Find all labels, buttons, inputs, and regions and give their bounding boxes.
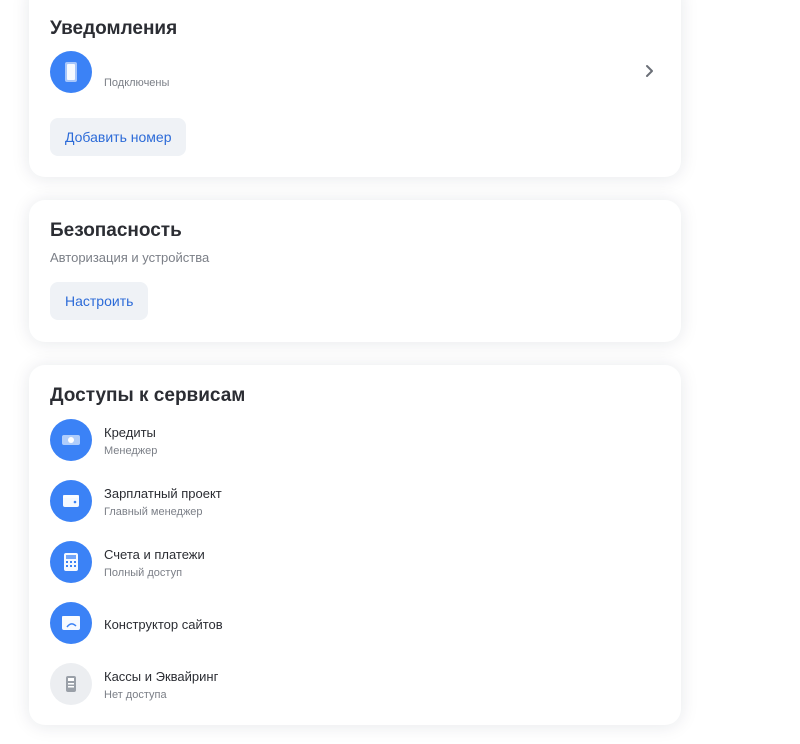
service-access-card: Доступы к сервисам Кредиты Менеджер Зарп… bbox=[29, 365, 681, 725]
site-builder-icon bbox=[50, 602, 92, 644]
notifications-title: Уведомления bbox=[50, 18, 178, 39]
service-access-title: Доступы к сервисам bbox=[50, 385, 246, 406]
service-role: Главный менеджер bbox=[104, 506, 203, 518]
configure-button[interactable]: Настроить bbox=[50, 282, 149, 320]
notifications-status: Подключены bbox=[104, 77, 170, 89]
service-title: Счета и платежи bbox=[104, 547, 205, 562]
security-subtitle: Авторизация и устройства bbox=[50, 250, 210, 265]
service-role: Полный доступ bbox=[104, 567, 183, 579]
service-title: Кредиты bbox=[104, 425, 156, 440]
phone-icon bbox=[50, 51, 92, 93]
service-role: Нет доступа bbox=[104, 689, 167, 701]
security-card: Безопасность Авторизация и устройства На… bbox=[29, 200, 681, 342]
security-title: Безопасность bbox=[50, 220, 182, 241]
notifications-card: Уведомления Подключены Добавить номер bbox=[29, 0, 681, 177]
wallet-icon bbox=[50, 480, 92, 522]
cash-register-icon bbox=[50, 663, 92, 705]
service-title: Зарплатный проект bbox=[104, 486, 222, 501]
service-title: Кассы и Эквайринг bbox=[104, 669, 219, 684]
chevron-right-icon[interactable] bbox=[645, 64, 655, 83]
money-icon bbox=[50, 419, 92, 461]
service-role: Менеджер bbox=[104, 445, 158, 457]
add-number-button[interactable]: Добавить номер bbox=[50, 118, 187, 156]
service-title: Конструктор сайтов bbox=[104, 617, 223, 632]
calculator-icon bbox=[50, 541, 92, 583]
